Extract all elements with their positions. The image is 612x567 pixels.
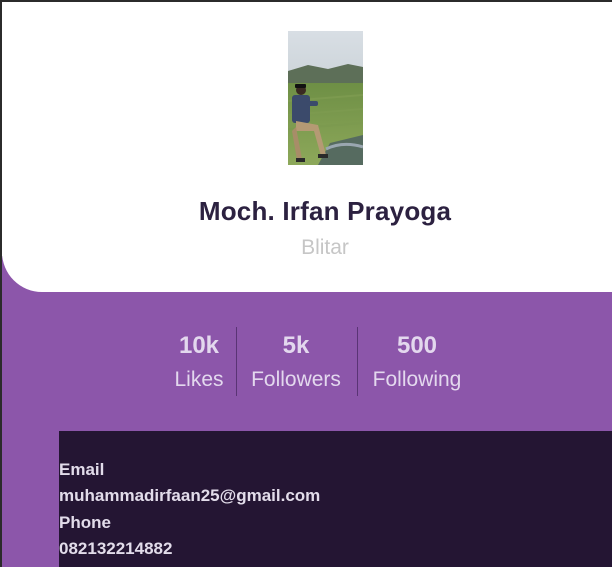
phone-label: Phone <box>59 513 111 532</box>
stats-divider-1 <box>236 327 237 396</box>
profile-photo[interactable] <box>288 31 363 165</box>
contact-panel: Email muhammadirfaan25@gmail.com Phone 0… <box>59 431 612 567</box>
stat-followers-value: 5k <box>282 332 310 359</box>
profile-city: Blitar <box>301 236 349 259</box>
stat-likes[interactable]: 10k Likes <box>166 326 232 394</box>
stats-row: 10k Likes 5k Followers 500 Following <box>0 326 612 396</box>
profile-name: Moch. Irfan Prayoga <box>198 196 452 226</box>
email-value[interactable]: muhammadirfaan25@gmail.com <box>59 486 320 506</box>
stat-followers[interactable]: 5k Followers <box>243 326 349 394</box>
stat-following-label: Following <box>372 368 462 391</box>
stat-followers-label: Followers <box>251 368 341 391</box>
email-label: Email <box>59 460 105 479</box>
stat-following-value: 500 <box>396 332 438 359</box>
stat-following[interactable]: 500 Following <box>366 326 468 394</box>
stat-likes-label: Likes <box>174 368 224 391</box>
phone-value[interactable]: 082132214882 <box>59 539 172 559</box>
stats-divider-2 <box>357 327 358 396</box>
profile-photo-image <box>288 31 363 165</box>
stat-likes-value: 10k <box>178 332 220 359</box>
